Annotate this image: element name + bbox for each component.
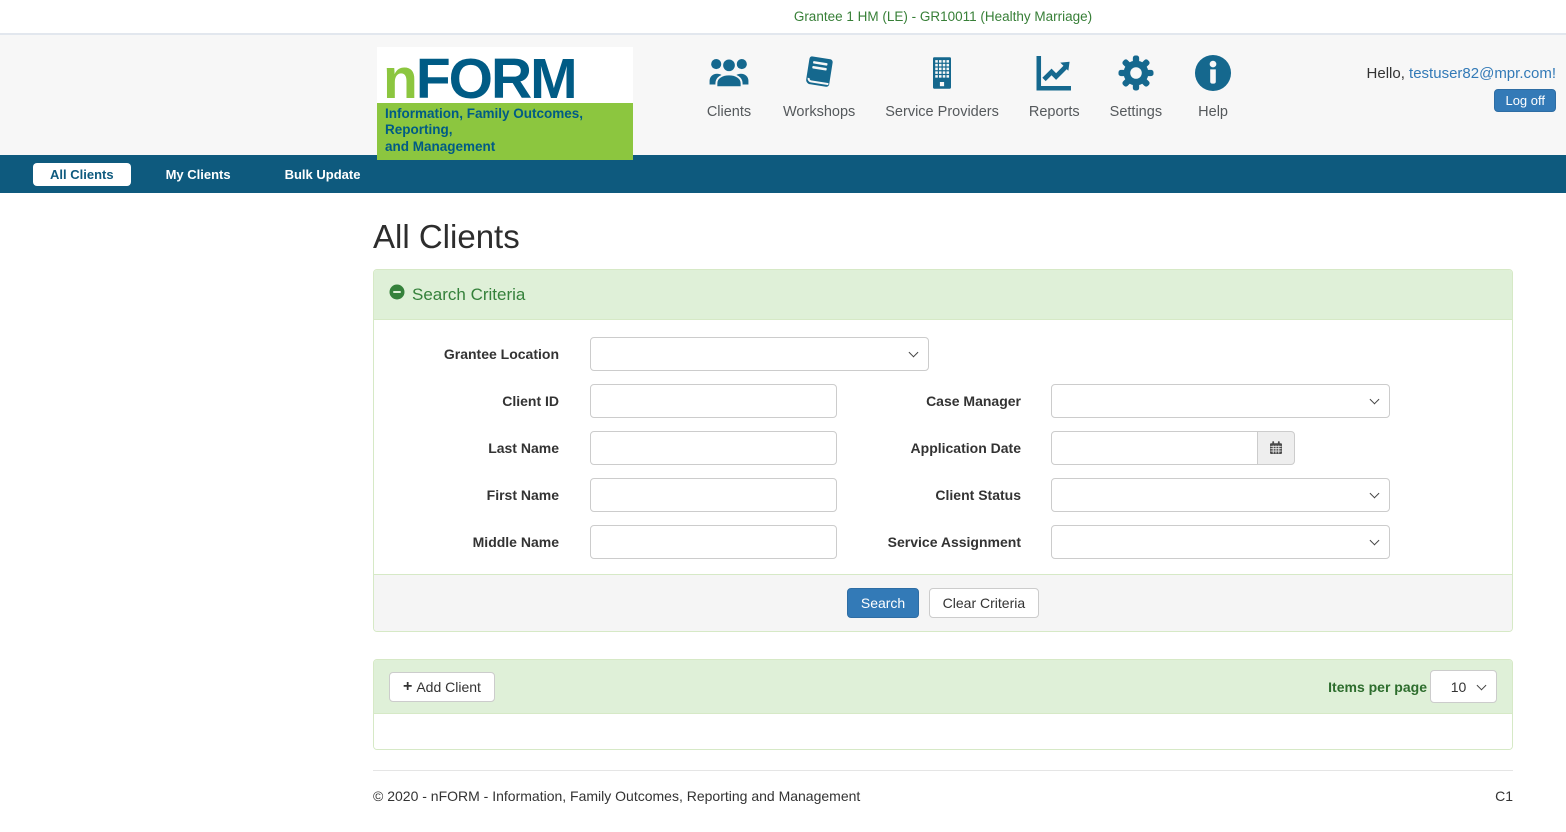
nav-reports-label: Reports	[1029, 104, 1080, 120]
middle-name-input[interactable]	[590, 525, 837, 559]
page-title: All Clients	[373, 218, 1513, 256]
service-assignment-label: Service Assignment	[837, 534, 1021, 550]
items-per-page: Items per page 10	[1328, 670, 1497, 703]
logo-tagline-line2: and Management	[385, 139, 629, 155]
results-panel: + Add Client Items per page 10	[373, 659, 1513, 750]
results-panel-header: + Add Client Items per page 10	[374, 660, 1512, 714]
nform-logo-tagline: Information, Family Outcomes, Reporting,…	[377, 103, 633, 160]
clients-tab-bar: All Clients My Clients Bulk Update	[0, 155, 1566, 193]
grantee-location-select[interactable]	[590, 337, 929, 371]
nav-service-providers-label: Service Providers	[885, 104, 999, 120]
search-criteria-title: Search Criteria	[412, 285, 525, 305]
search-criteria-panel: Search Criteria Grantee Location Client …	[373, 269, 1513, 632]
search-button[interactable]: Search	[847, 588, 919, 618]
nav-reports[interactable]: Reports	[1029, 51, 1080, 120]
nform-logo-wordmark: n FORM	[377, 47, 633, 103]
application-date-input[interactable]	[1051, 431, 1258, 465]
items-per-page-label: Items per page	[1328, 679, 1427, 695]
clear-criteria-button[interactable]: Clear Criteria	[929, 588, 1039, 618]
last-name-label: Last Name	[374, 440, 559, 456]
logo-tagline-line1: Information, Family Outcomes, Reporting,	[385, 106, 629, 139]
minus-circle-icon[interactable]	[389, 284, 405, 305]
case-manager-select[interactable]	[1051, 384, 1390, 418]
tab-bulk-update[interactable]: Bulk Update	[285, 167, 361, 182]
nav-clients[interactable]: Clients	[705, 51, 753, 120]
first-name-input[interactable]	[590, 478, 837, 512]
client-id-label: Client ID	[374, 393, 559, 409]
client-status-label: Client Status	[837, 487, 1021, 503]
client-id-input[interactable]	[590, 384, 837, 418]
last-name-input[interactable]	[590, 431, 837, 465]
main-content: All Clients Search Criteria Grantee Loca…	[373, 218, 1513, 832]
case-manager-label: Case Manager	[837, 393, 1021, 409]
nav-service-providers[interactable]: Service Providers	[885, 51, 999, 120]
results-list-empty	[374, 714, 1512, 749]
nav-clients-label: Clients	[707, 104, 751, 120]
line-chart-icon	[1032, 51, 1076, 95]
logo-n-text: n	[383, 56, 416, 103]
info-circle-icon	[1192, 51, 1234, 95]
search-criteria-header[interactable]: Search Criteria	[374, 270, 1512, 320]
log-off-button[interactable]: Log off	[1494, 89, 1556, 112]
greeting-text: Hello,	[1367, 65, 1405, 82]
items-per-page-select[interactable]: 10	[1430, 670, 1497, 703]
nav-settings[interactable]: Settings	[1110, 51, 1162, 120]
nav-workshops[interactable]: Workshops	[783, 51, 855, 120]
calendar-icon	[1268, 440, 1284, 456]
client-status-select[interactable]	[1051, 478, 1390, 512]
book-icon	[799, 51, 839, 95]
gear-icon	[1115, 51, 1157, 95]
calendar-picker-button[interactable]	[1257, 431, 1295, 465]
tab-all-clients[interactable]: All Clients	[33, 163, 131, 186]
page-footer: © 2020 - nFORM - Information, Family Out…	[373, 771, 1513, 832]
logo-form-text: FORM	[416, 56, 576, 103]
grantee-banner-strip: Grantee 1 HM (LE) - GR10011 (Healthy Mar…	[0, 0, 1566, 33]
middle-name-label: Middle Name	[374, 534, 559, 550]
main-nav: Clients Workshops	[705, 47, 1234, 120]
page: Grantee 1 HM (LE) - GR10011 (Healthy Mar…	[0, 0, 1566, 832]
application-date-label: Application Date	[837, 440, 1021, 456]
user-email-link[interactable]: testuser82@mpr.com!	[1409, 65, 1556, 82]
plus-icon: +	[403, 679, 412, 695]
nav-settings-label: Settings	[1110, 104, 1162, 120]
nav-help[interactable]: Help	[1192, 51, 1234, 120]
service-assignment-select[interactable]	[1051, 525, 1390, 559]
people-group-icon	[705, 51, 753, 95]
building-icon	[924, 51, 960, 95]
nform-logo[interactable]: n FORM Information, Family Outcomes, Rep…	[377, 47, 633, 160]
tab-my-clients[interactable]: My Clients	[166, 167, 231, 182]
grantee-location-label: Grantee Location	[374, 346, 559, 362]
copyright-text: © 2020 - nFORM - Information, Family Out…	[373, 788, 860, 804]
first-name-label: First Name	[374, 487, 559, 503]
nav-workshops-label: Workshops	[783, 104, 855, 120]
add-client-label: Add Client	[416, 679, 481, 695]
page-code: C1	[1495, 788, 1513, 804]
search-criteria-body: Grantee Location Client ID Case Manager	[374, 320, 1512, 574]
add-client-button[interactable]: + Add Client	[389, 672, 495, 702]
app-header: n FORM Information, Family Outcomes, Rep…	[0, 33, 1566, 155]
grantee-banner: Grantee 1 HM (LE) - GR10011 (Healthy Mar…	[794, 9, 1092, 24]
search-criteria-footer: Search Clear Criteria	[374, 574, 1512, 631]
nav-help-label: Help	[1198, 104, 1228, 120]
user-box: Hello, testuser82@mpr.com! Log off	[1367, 47, 1556, 112]
